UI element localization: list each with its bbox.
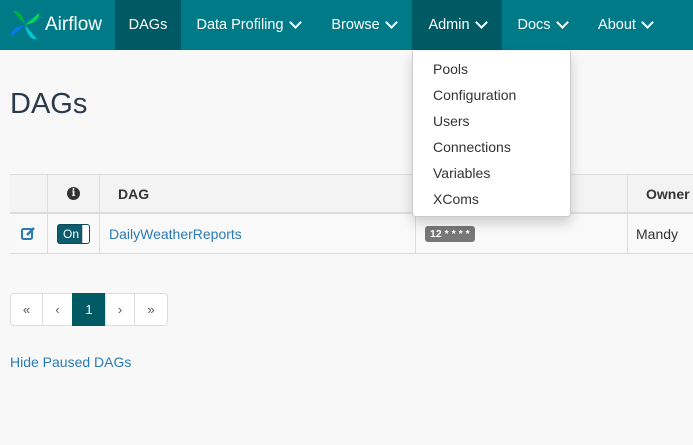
brand[interactable]: Airflow: [0, 0, 115, 50]
chevron-down-icon: [555, 16, 569, 29]
airflow-logo-icon: [10, 10, 40, 40]
table-row: On DailyWeatherReports 12 * * * * Mandy: [10, 214, 693, 254]
pagination-next[interactable]: ›: [105, 293, 135, 326]
header-info: i: [47, 175, 99, 212]
menu-item-configuration[interactable]: Configuration: [413, 83, 570, 109]
nav-admin[interactable]: Admin: [412, 0, 502, 50]
table-header-row: i DAG Owner: [10, 175, 693, 214]
toggle-cell: On: [47, 214, 99, 253]
toggle-handle: [82, 224, 89, 243]
nav-dags-label: DAGs: [128, 17, 168, 33]
nav-dags[interactable]: DAGs: [115, 0, 181, 50]
owner-cell: Mandy: [627, 214, 693, 253]
menu-item-xcoms[interactable]: XComs: [413, 187, 570, 213]
header-actions: [10, 175, 47, 212]
schedule-cell: 12 * * * *: [415, 214, 627, 253]
page-title: DAGs: [10, 88, 88, 120]
dag-link[interactable]: DailyWeatherReports: [109, 226, 242, 242]
chevron-down-icon: [474, 16, 488, 29]
edit-icon[interactable]: [21, 226, 36, 241]
schedule-badge[interactable]: 12 * * * *: [425, 225, 475, 242]
menu-item-users[interactable]: Users: [413, 109, 570, 135]
dag-pause-toggle[interactable]: On: [57, 223, 90, 244]
nav-browse-label: Browse: [331, 17, 380, 33]
brand-name: Airflow: [45, 14, 103, 35]
chevron-down-icon: [288, 16, 302, 29]
header-owner[interactable]: Owner: [627, 175, 693, 212]
top-navbar: Airflow DAGs Data Profiling Browse Admin…: [0, 0, 693, 50]
owner-value: Mandy: [636, 225, 679, 242]
pagination-last[interactable]: »: [134, 293, 168, 326]
nav-data-profiling[interactable]: Data Profiling: [181, 0, 315, 50]
info-icon[interactable]: i: [67, 187, 80, 200]
menu-item-connections[interactable]: Connections: [413, 135, 570, 161]
chevron-down-icon: [384, 16, 398, 29]
nav-data-profiling-label: Data Profiling: [196, 17, 284, 33]
hide-paused-dags-link[interactable]: Hide Paused DAGs: [10, 354, 131, 370]
dag-name-cell: DailyWeatherReports: [99, 214, 415, 253]
pagination: « ‹ 1 › »: [10, 293, 168, 326]
chevron-down-icon: [641, 16, 654, 29]
nav-admin-label: Admin: [428, 17, 470, 33]
admin-dropdown-menu: Pools Configuration Users Connections Va…: [412, 51, 571, 217]
dags-table: i DAG Owner On DailyWeatherReports 12 * …: [10, 174, 693, 254]
menu-item-pools[interactable]: Pools: [413, 57, 570, 83]
pagination-prev[interactable]: ‹: [42, 293, 73, 326]
pagination-first[interactable]: «: [10, 293, 43, 326]
toggle-label: On: [63, 226, 80, 241]
edit-cell: [10, 214, 47, 253]
nav-docs-label: Docs: [517, 17, 551, 33]
nav-about[interactable]: About: [582, 0, 668, 50]
nav-about-label: About: [598, 17, 636, 33]
nav-docs[interactable]: Docs: [502, 0, 582, 50]
nav-browse[interactable]: Browse: [315, 0, 412, 50]
menu-item-variables[interactable]: Variables: [413, 161, 570, 187]
pagination-page-1[interactable]: 1: [72, 293, 106, 326]
